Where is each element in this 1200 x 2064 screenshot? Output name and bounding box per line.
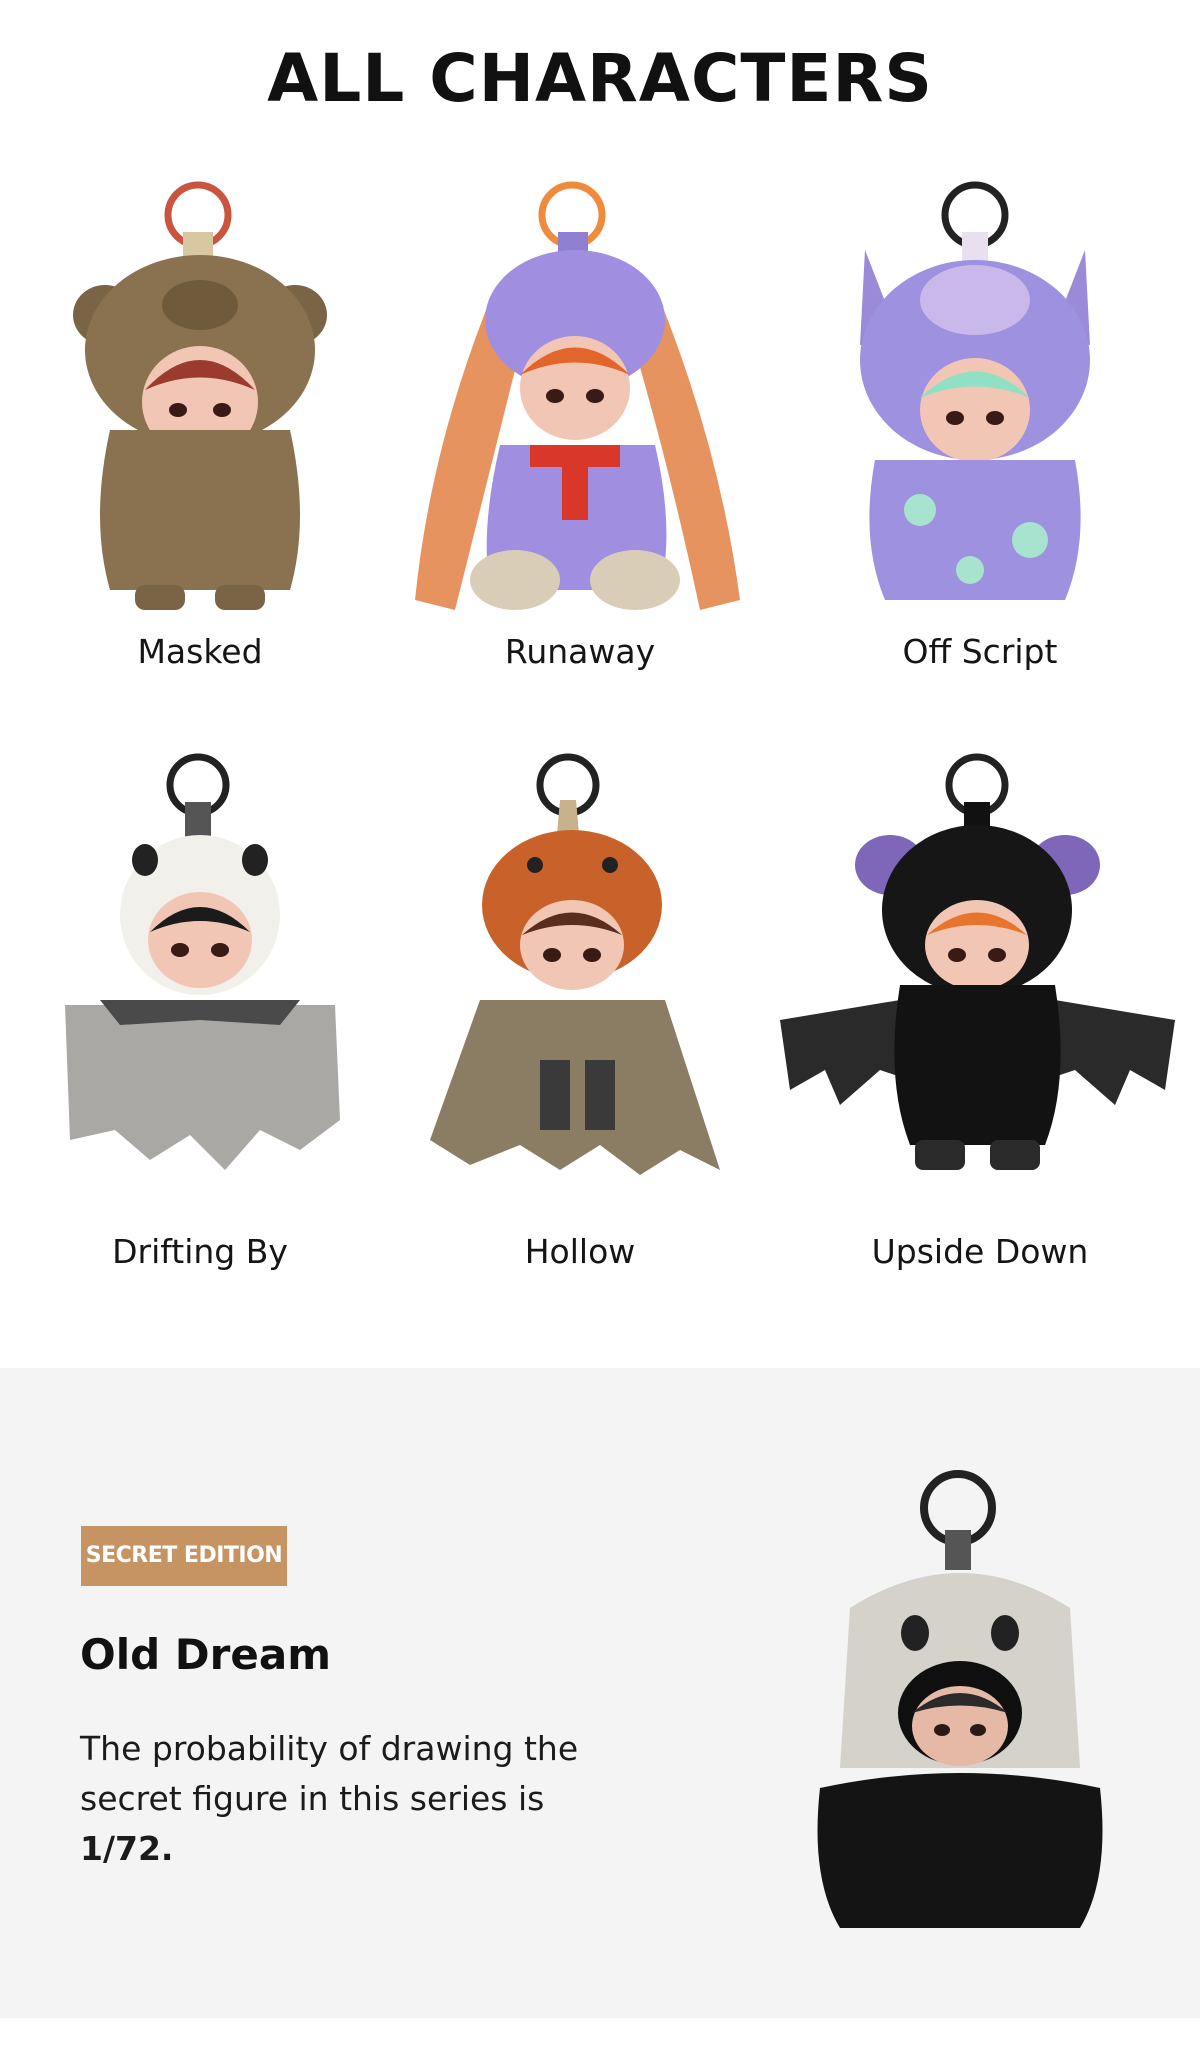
secret-edition-section: SECRET EDITION Old Dream The probability… [0,1368,1200,2018]
ghost-hood-figure-icon [817,1470,1103,1928]
secret-desc-text: The probability of drawing the secret fi… [80,1729,579,1818]
panda-ghost-figure-icon [65,753,340,1170]
secret-probability-value: 1/72. [80,1829,174,1868]
lavender-monster-figure-icon [860,181,1090,600]
character-name: Hollow [524,1232,636,1271]
character-card-masked[interactable]: Masked [0,170,400,690]
character-name: Off Script [902,632,1058,671]
black-bat-figure-icon [780,753,1175,1170]
character-card-hollow[interactable]: Hollow [380,750,780,1310]
character-name: Runaway [504,632,656,671]
character-name: Drifting By [112,1232,288,1271]
pumpkin-cloak-figure-icon [430,753,720,1175]
page-title: ALL CHARACTERS [267,40,933,117]
secret-edition-badge: SECRET EDITION [81,1526,287,1586]
secret-probability-text: The probability of drawing the secret fi… [80,1724,600,1874]
character-name: Upside Down [871,1232,1089,1271]
character-name: Masked [137,632,263,671]
purple-bunny-figure-icon [415,181,740,610]
character-card-upside-down[interactable]: Upside Down [780,750,1180,1310]
brown-bear-figure-icon [73,181,327,610]
secret-figure-name: Old Dream [80,1630,331,1679]
character-card-drifting-by[interactable]: Drifting By [0,750,400,1310]
character-card-runaway[interactable]: Runaway [380,170,780,690]
character-card-off-script[interactable]: Off Script [780,170,1180,690]
